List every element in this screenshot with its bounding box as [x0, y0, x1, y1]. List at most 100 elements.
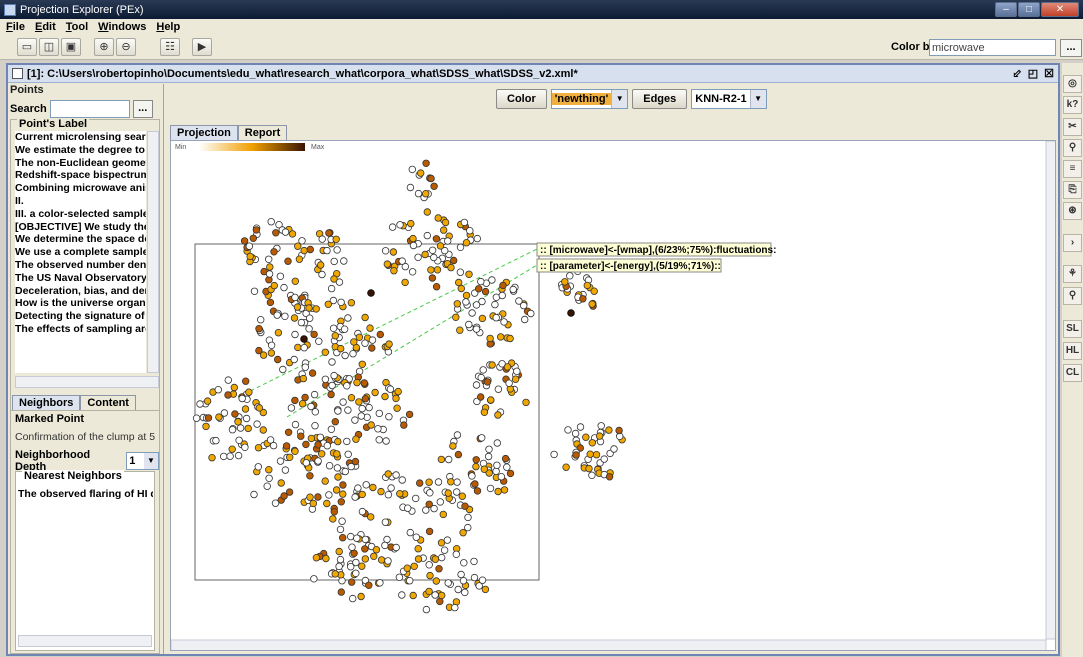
projection-point[interactable] [422, 605, 431, 614]
menu-file[interactable]: File [6, 21, 25, 33]
projection-point[interactable] [414, 545, 422, 553]
projection-point[interactable] [291, 447, 299, 455]
projection-point[interactable] [409, 591, 417, 600]
projection-point[interactable] [280, 283, 288, 292]
projection-point[interactable] [294, 242, 302, 250]
projection-point[interactable] [281, 466, 290, 474]
projection-point[interactable] [300, 246, 308, 255]
projection-point[interactable] [318, 270, 326, 279]
projection-point[interactable] [355, 333, 364, 341]
projection-point[interactable] [456, 268, 465, 276]
projection-point[interactable] [595, 432, 604, 440]
projection-point[interactable] [381, 392, 389, 401]
list-icon[interactable]: ≡ [1063, 160, 1082, 178]
frame-minimize-icon[interactable]: ⬃ [1013, 67, 1022, 80]
projection-point[interactable] [273, 355, 282, 364]
projection-point[interactable] [245, 242, 254, 250]
projection-point[interactable] [461, 502, 469, 510]
projection-point[interactable] [478, 434, 486, 442]
projection-point[interactable] [343, 382, 351, 390]
projection-point[interactable] [406, 183, 415, 192]
projection-point[interactable] [509, 285, 517, 294]
projection-point[interactable] [255, 324, 263, 333]
projection-point[interactable] [472, 456, 480, 464]
projection-point[interactable] [361, 535, 370, 544]
projection-point[interactable] [293, 303, 302, 311]
projection-point[interactable] [571, 429, 580, 438]
projection-point[interactable] [327, 425, 336, 433]
tree-icon[interactable]: ⚘ [1063, 265, 1082, 283]
projection-point[interactable] [371, 388, 379, 397]
projection-point[interactable] [501, 454, 510, 463]
projection-point[interactable] [405, 577, 414, 585]
projection-point[interactable] [500, 486, 509, 494]
projection-point[interactable] [220, 452, 228, 461]
projection-point[interactable] [449, 442, 457, 450]
zoom-out-button[interactable]: ⊖ [116, 38, 136, 56]
projection-point[interactable] [291, 277, 299, 285]
projection-point[interactable] [385, 413, 393, 421]
projection-point[interactable] [328, 381, 336, 390]
projection-point[interactable] [403, 564, 411, 572]
projection-point[interactable] [450, 256, 458, 265]
projection-point[interactable] [522, 398, 530, 407]
projection-point[interactable] [300, 335, 308, 343]
projection-point[interactable] [323, 246, 331, 255]
projection-point[interactable] [323, 442, 331, 450]
projection-point[interactable] [447, 263, 455, 272]
projection-point[interactable] [321, 477, 329, 485]
projection-point[interactable] [305, 325, 313, 333]
projection-point[interactable] [423, 231, 431, 240]
sl-button[interactable]: SL [1063, 320, 1082, 338]
projection-point[interactable] [240, 237, 249, 245]
point-label-item[interactable]: Deceleration, bias, and densi [15, 285, 146, 298]
projection-point[interactable] [321, 375, 330, 383]
projection-point[interactable] [481, 585, 490, 594]
projection-point[interactable] [493, 461, 501, 469]
projection-point[interactable] [358, 562, 366, 570]
projection-point[interactable] [590, 287, 598, 295]
projection-point[interactable] [214, 385, 222, 394]
projection-point[interactable] [392, 543, 400, 552]
projection-point[interactable] [562, 463, 570, 471]
projection-point[interactable] [305, 314, 314, 322]
projection-point[interactable] [460, 218, 469, 227]
projection-point[interactable] [281, 312, 289, 320]
projection-point[interactable] [333, 246, 341, 254]
projection-point[interactable] [472, 325, 481, 333]
zoom-in-button[interactable]: ⊕ [94, 38, 114, 56]
projection-point[interactable] [392, 394, 400, 403]
projection-point[interactable] [597, 422, 605, 430]
projection-canvas[interactable]: Min Max :: [microwave]<-[wmap],(6/23%;75… [171, 141, 1056, 651]
projection-point[interactable] [267, 217, 275, 226]
projection-point[interactable] [331, 331, 339, 340]
projection-point[interactable] [284, 257, 292, 265]
projection-point[interactable] [224, 391, 232, 399]
projection-point[interactable] [231, 410, 239, 418]
projection-point[interactable] [244, 424, 252, 433]
projection-point[interactable] [355, 398, 363, 406]
projection-point[interactable] [352, 569, 360, 577]
projection-point[interactable] [385, 340, 393, 348]
projection-point[interactable] [472, 301, 481, 309]
projection-point[interactable] [407, 219, 415, 228]
projection-point[interactable] [351, 416, 359, 424]
projection-point[interactable] [471, 480, 479, 488]
tool-button[interactable]: ☷ [160, 38, 180, 56]
projection-point[interactable] [414, 253, 422, 261]
color-button[interactable]: Color [496, 89, 547, 109]
projection-point[interactable] [367, 421, 375, 429]
projection-point[interactable] [358, 404, 366, 413]
projection-point[interactable] [325, 229, 333, 237]
projection-point[interactable] [457, 570, 465, 579]
projection-point[interactable] [335, 562, 343, 571]
projection-point[interactable] [454, 585, 462, 594]
projection-point[interactable] [196, 400, 204, 408]
projection-point[interactable] [347, 298, 356, 307]
projection-point[interactable] [254, 444, 263, 452]
projection-point[interactable] [276, 272, 285, 280]
projection-point[interactable] [414, 555, 423, 563]
projection-point[interactable] [337, 498, 345, 506]
projection-point[interactable] [353, 378, 361, 387]
projection-point[interactable] [465, 270, 473, 278]
